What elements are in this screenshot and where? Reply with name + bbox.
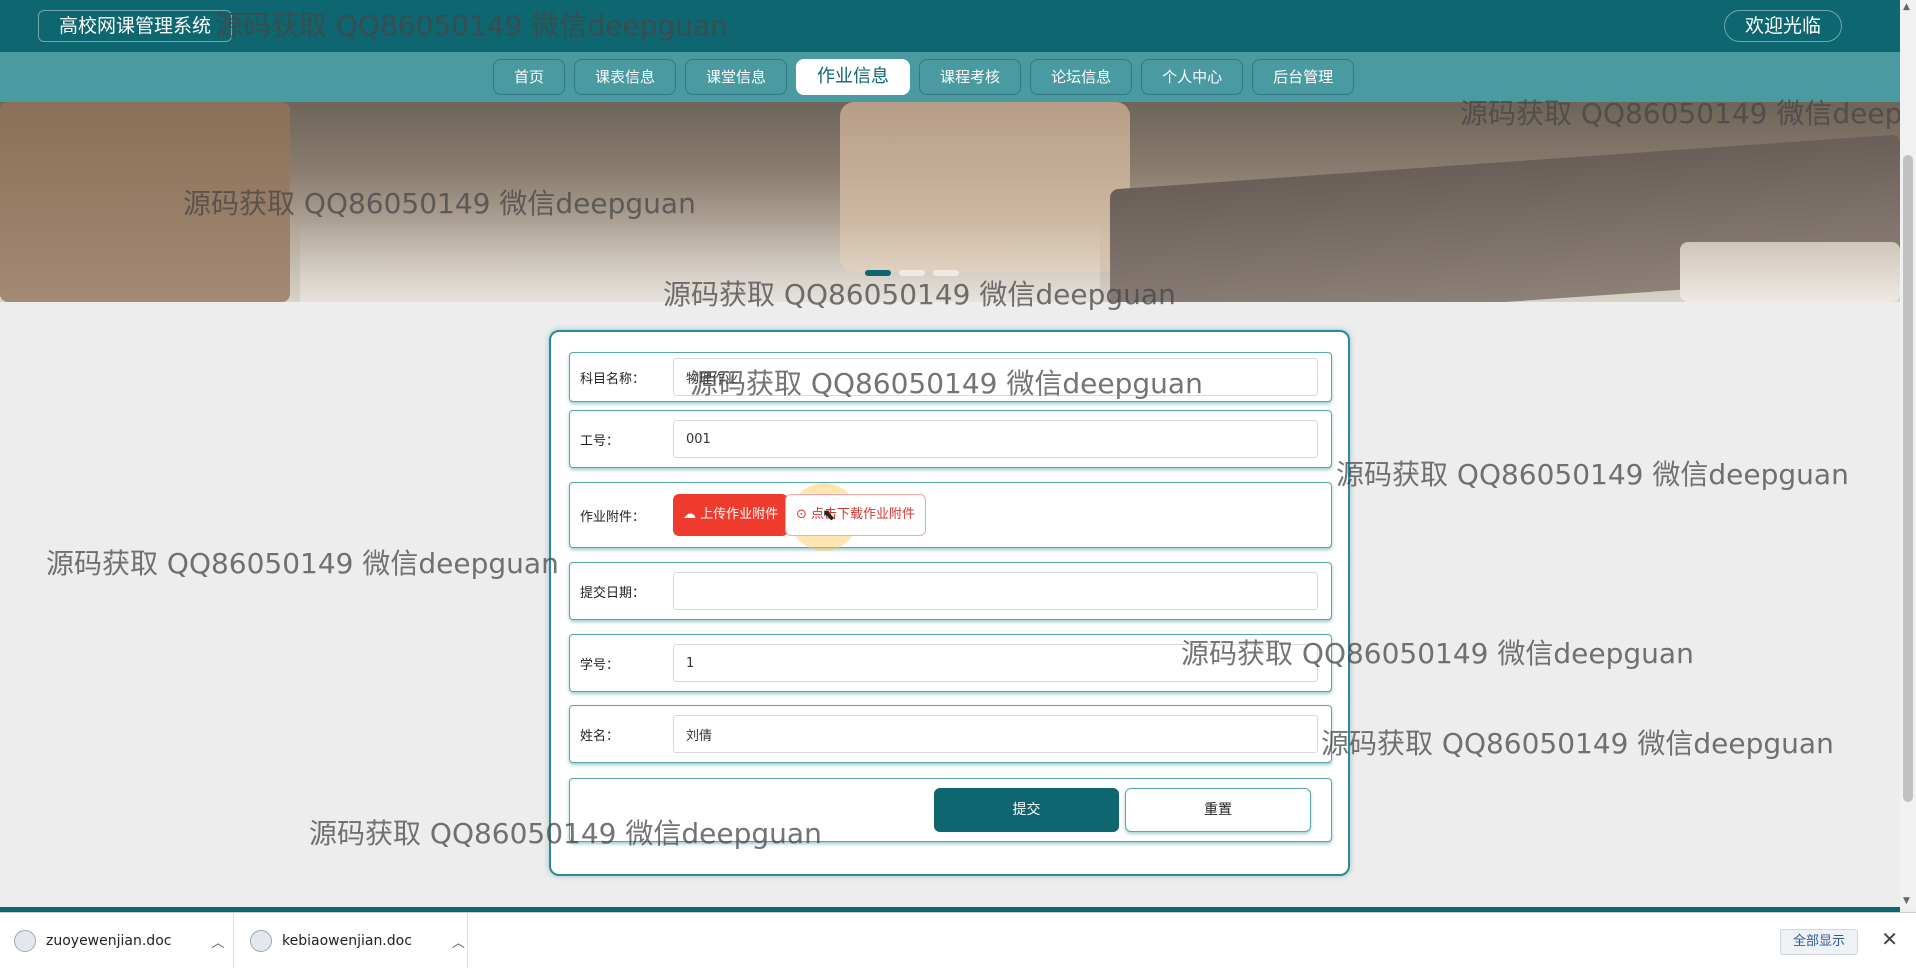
download-filename: zuoyewenjian.doc — [46, 933, 172, 949]
form-row-staff-id: 工号： — [569, 410, 1332, 468]
staff-id-input[interactable] — [673, 420, 1318, 458]
reset-button[interactable]: 重置 — [1125, 788, 1311, 832]
word-doc-icon — [14, 930, 36, 952]
scroll-thumb[interactable] — [1903, 155, 1913, 802]
staff-id-label: 工号： — [580, 434, 620, 449]
form-row-subject: 科目名称： — [569, 352, 1332, 402]
carousel-dot[interactable] — [899, 270, 925, 276]
nav-item-profile[interactable]: 个人中心 — [1141, 59, 1244, 95]
form-row-student-id: 学号： — [569, 634, 1332, 692]
upload-attachment-button[interactable]: ☁ 上传作业附件 — [673, 494, 789, 536]
cloud-upload-icon: ☁ — [683, 507, 696, 522]
show-all-button[interactable]: 全部显示 — [1779, 929, 1858, 955]
name-input[interactable] — [673, 715, 1318, 753]
name-label: 姓名： — [580, 729, 620, 744]
download-filename: kebiaowenjian.doc — [282, 933, 412, 949]
word-doc-icon — [250, 930, 272, 952]
welcome-badge[interactable]: 欢迎光临 — [1723, 10, 1842, 42]
page-scrollbar[interactable]: ▲ ▼ — [1900, 0, 1916, 908]
download-item[interactable]: kebiaowenjian.doc ︿ — [250, 913, 468, 968]
form-row-submit-date: 提交日期： — [569, 562, 1332, 620]
download-item[interactable]: zuoyewenjian.doc ︿ — [14, 913, 234, 968]
watermark-text: 源码获取 QQ86050149 微信deepguan — [46, 547, 559, 580]
scroll-down-icon[interactable]: ▼ — [1903, 896, 1910, 906]
carousel-dot[interactable] — [933, 270, 959, 276]
scroll-up-icon[interactable]: ▲ — [1903, 2, 1910, 12]
nav-bar: 首页 课表信息 课堂信息 作业信息 课程考核 论坛信息 个人中心 后台管理 — [0, 52, 1900, 102]
banner-carousel — [0, 102, 1900, 302]
homework-form: 科目名称： 工号： 作业附件： ☁ 上传作业附件 ⊙ 点击下载作业附件 ⬉ 提交… — [549, 330, 1350, 876]
carousel-dot[interactable] — [865, 270, 891, 276]
submit-button[interactable]: 提交 — [934, 788, 1119, 832]
attachment-label: 作业附件： — [580, 510, 646, 525]
subject-label: 科目名称： — [580, 372, 646, 387]
subject-input[interactable] — [673, 358, 1318, 396]
submit-date-label: 提交日期： — [580, 586, 646, 601]
nav-item-classroom[interactable]: 课堂信息 — [685, 59, 788, 95]
watermark-text: 源码获取 QQ86050149 微信deepguan — [1321, 727, 1834, 760]
chevron-up-icon[interactable]: ︿ — [211, 932, 224, 951]
submit-date-input[interactable] — [673, 572, 1318, 610]
banner-image-chair — [0, 102, 290, 302]
top-header: 高校网课管理系统 欢迎光临 — [0, 0, 1900, 52]
student-id-label: 学号： — [580, 658, 620, 673]
download-bar: zuoyewenjian.doc ︿ kebiaowenjian.doc ︿ 全… — [0, 912, 1916, 968]
banner-light — [300, 222, 1100, 302]
nav-item-home[interactable]: 首页 — [493, 59, 566, 95]
nav-item-assessment[interactable]: 课程考核 — [919, 59, 1022, 95]
download-icon: ⊙ — [796, 507, 807, 522]
carousel-indicators — [865, 270, 959, 276]
nav-item-admin[interactable]: 后台管理 — [1252, 59, 1355, 95]
watermark-text: 源码获取 QQ86050149 微信deepguan — [1336, 458, 1849, 491]
form-row-attachment: 作业附件： ☁ 上传作业附件 ⊙ 点击下载作业附件 ⬉ — [569, 482, 1332, 551]
nav-menu: 首页 课表信息 课堂信息 作业信息 课程考核 论坛信息 个人中心 后台管理 — [493, 59, 1355, 95]
download-attachment-button[interactable]: ⊙ 点击下载作业附件 — [785, 494, 927, 536]
form-row-actions: 提交 重置 — [569, 778, 1332, 842]
student-id-input[interactable] — [673, 644, 1318, 682]
nav-item-forum[interactable]: 论坛信息 — [1030, 59, 1133, 95]
nav-item-timetable[interactable]: 课表信息 — [574, 59, 677, 95]
banner-image-chair-right — [1680, 242, 1900, 302]
nav-item-homework[interactable]: 作业信息 — [796, 59, 911, 95]
chevron-up-icon[interactable]: ︿ — [452, 932, 465, 951]
upload-label: 上传作业附件 — [700, 507, 779, 522]
mouse-cursor-icon: ⬉ — [822, 505, 836, 524]
system-title[interactable]: 高校网课管理系统 — [38, 10, 233, 42]
close-icon[interactable]: ✕ — [1881, 927, 1898, 951]
form-row-name: 姓名： — [569, 705, 1332, 763]
